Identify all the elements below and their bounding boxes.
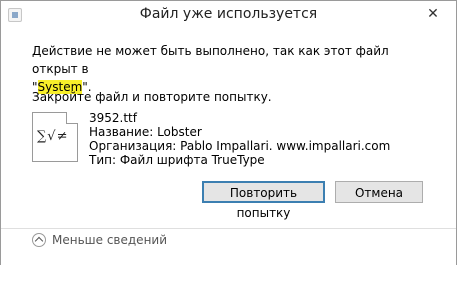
error-message: Действие не может быть выполнено, так ка… <box>32 42 432 96</box>
chevron-up-circle-icon <box>32 233 46 247</box>
retry-button[interactable]: Повторить попытку <box>202 181 325 220</box>
instruction-text: Закройте файл и повторите попытку. <box>32 90 272 104</box>
less-details-label: Меньше сведений <box>52 233 168 247</box>
font-glyphs: ∑√≠ <box>37 129 69 144</box>
less-details-toggle[interactable]: Меньше сведений <box>32 231 167 249</box>
dialog-footer: Меньше сведений <box>1 229 456 294</box>
file-title: Название: Lobster <box>89 125 202 139</box>
close-button[interactable]: ✕ <box>418 3 448 25</box>
title-bar: Файл уже используется ✕ <box>1 1 456 31</box>
file-name: 3952.ttf <box>89 111 137 125</box>
dialog-title: Файл уже используется <box>139 6 318 22</box>
font-file-icon: ∑√≠ <box>32 112 78 162</box>
file-organization: Организация: Pablo Impallari. www.impall… <box>89 139 391 153</box>
file-type: Тип: Файл шрифта TrueType <box>89 153 265 167</box>
cancel-button[interactable]: Отмена <box>335 181 423 203</box>
dialog-content: Действие не может быть выполнено, так ка… <box>1 31 456 229</box>
file-info: 3952.ttf Название: Lobster Организация: … <box>89 111 390 167</box>
page-fold <box>66 112 78 124</box>
error-message-text: Действие не может быть выполнено, так ка… <box>32 44 389 76</box>
file-in-use-dialog: Файл уже используется ✕ Действие не може… <box>0 0 457 294</box>
